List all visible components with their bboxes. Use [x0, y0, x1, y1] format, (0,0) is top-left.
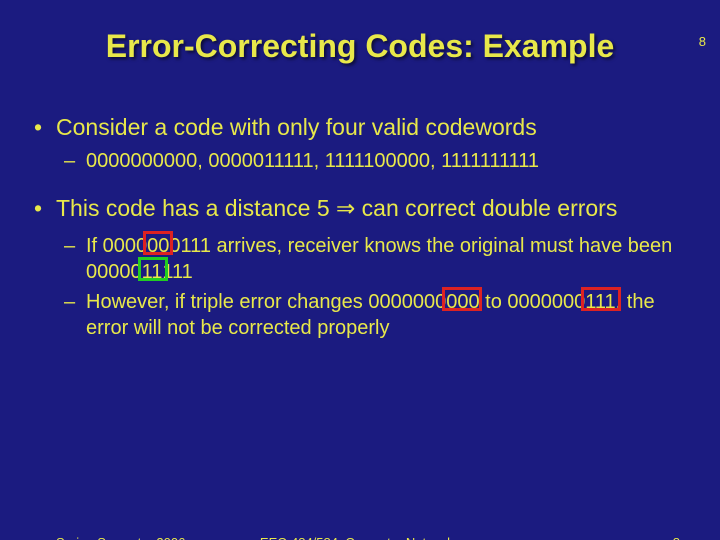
b3a-box-text: 00	[147, 235, 169, 257]
b3b-box-text: 000	[446, 291, 479, 313]
b3a-pre: If 0000	[86, 235, 147, 257]
highlight-box-red-3: 111	[585, 289, 615, 315]
bullet-2-sub-b: However, if triple error changes 0000000…	[86, 289, 680, 341]
highlight-box-green: 11	[142, 259, 163, 285]
highlight-box-red-1: 00	[147, 233, 169, 259]
b3a-box2-text: 11	[142, 261, 163, 283]
b3b-mid: to 0000000	[480, 291, 586, 313]
slide-footer: Spring Semester 2006 EEC-484/584: Comput…	[0, 535, 720, 540]
slide-title: Error-Correcting Codes: Example	[0, 28, 720, 65]
b3a-post: 111	[162, 261, 192, 283]
footer-center: EEC-484/584: Computer Networks	[260, 535, 460, 540]
slide-content: Consider a code with only four valid cod…	[0, 113, 720, 341]
bullet-2-sub-a: If 0000000111 arrives, receiver knows th…	[86, 233, 680, 285]
bullet-2-pre: This code has a distance 5	[56, 195, 336, 221]
bullet-2: This code has a distance 5 ⇒ can correct…	[56, 194, 680, 223]
bullet-1: Consider a code with only four valid cod…	[56, 113, 680, 142]
b3b-box2-text: 111	[585, 291, 615, 313]
bullet-1-sub: 0000000000, 0000011111, 1111100000, 1111…	[86, 148, 680, 174]
footer-left: Spring Semester 2006	[56, 535, 185, 540]
b3b-pre: However, if triple error changes 0000000	[86, 291, 446, 313]
footer-right: 8	[673, 535, 680, 540]
highlight-box-red-2: 000	[446, 289, 479, 315]
bullet-2-post: can correct double errors	[355, 195, 617, 221]
implies-arrow: ⇒	[336, 195, 355, 221]
page-number-top: 8	[699, 34, 706, 49]
